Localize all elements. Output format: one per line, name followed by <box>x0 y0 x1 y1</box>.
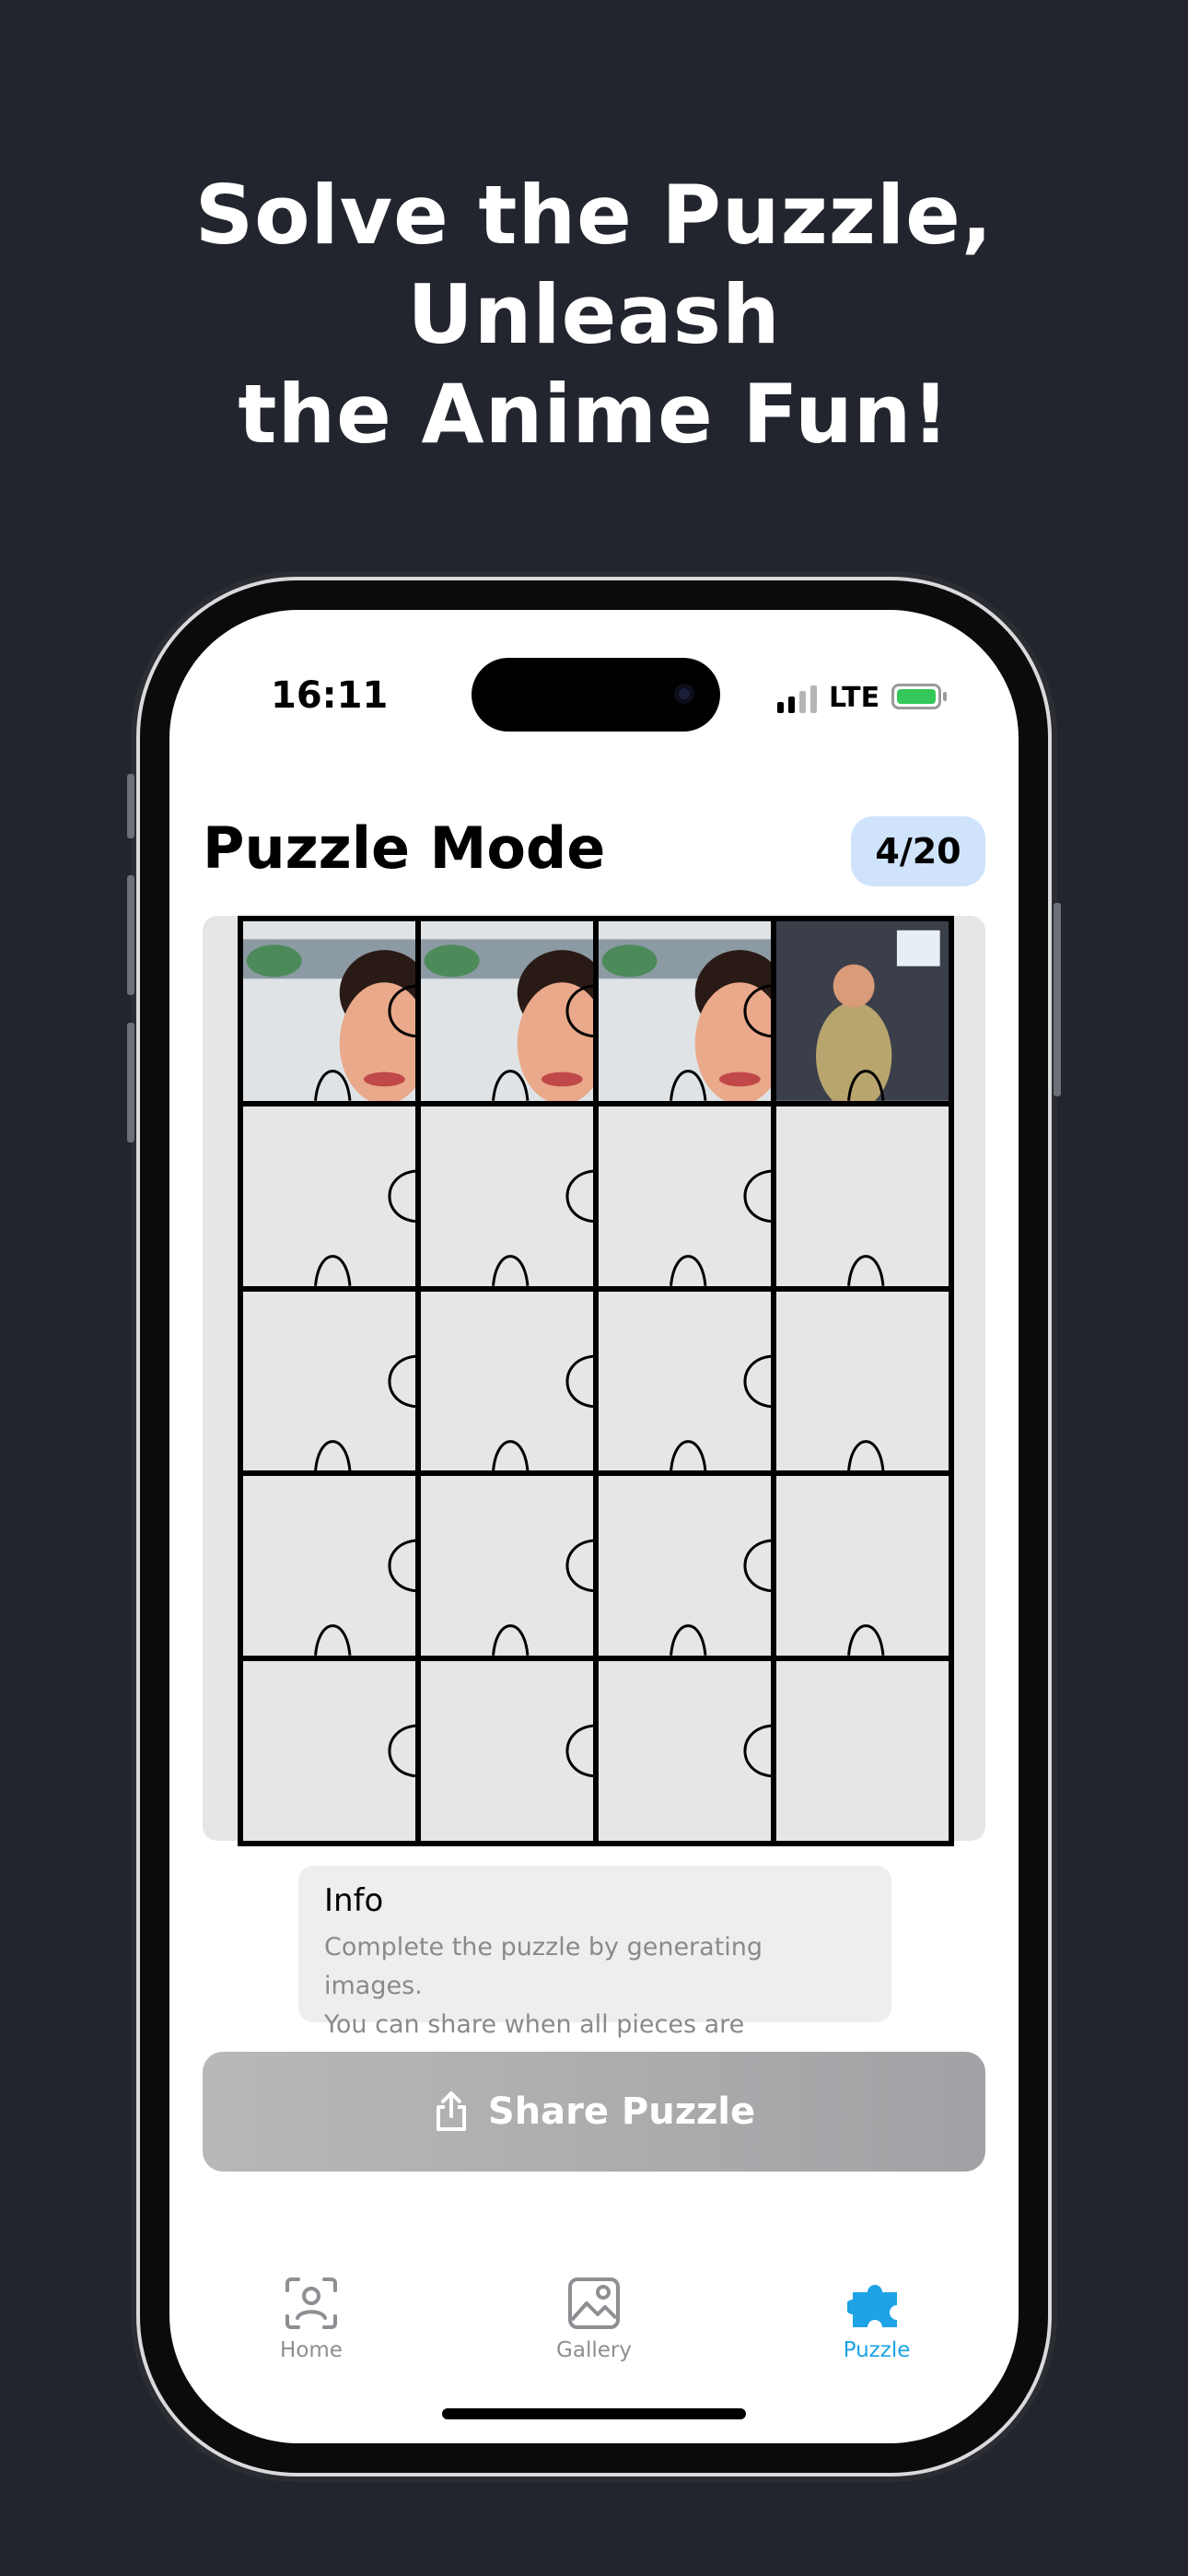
puzzle-piece <box>238 1656 421 1846</box>
headline-line-1: Solve the Puzzle, Unleash <box>194 168 994 362</box>
puzzle-piece <box>771 1285 954 1477</box>
network-type: LTE <box>829 682 880 714</box>
dynamic-island <box>472 658 720 732</box>
tab-home-label: Home <box>280 2338 343 2362</box>
puzzle-piece <box>593 1100 776 1292</box>
volume-down-button <box>127 1023 134 1142</box>
share-icon <box>436 2091 466 2131</box>
puzzle-piece <box>771 916 954 1107</box>
progress-badge: 4/20 <box>851 816 985 886</box>
action-button <box>127 774 134 838</box>
puzzle-piece <box>238 1470 421 1662</box>
puzzle-piece <box>238 916 421 1107</box>
face-scan-icon <box>285 2277 337 2329</box>
tab-puzzle-label: Puzzle <box>843 2338 911 2362</box>
tab-home[interactable]: Home <box>228 2274 394 2362</box>
puzzle-piece <box>771 1656 954 1846</box>
puzzle-piece <box>415 1470 599 1662</box>
volume-up-button <box>127 875 134 995</box>
app-screen: 16:11 LTE Puzzle Mode 4/20 Info Complete… <box>169 610 1019 2443</box>
front-camera <box>674 684 694 704</box>
image-icon <box>568 2277 620 2329</box>
battery-icon <box>891 684 941 709</box>
tab-gallery[interactable]: Gallery <box>511 2274 677 2362</box>
info-text-line-1: Complete the puzzle by generating images… <box>324 1933 763 2000</box>
info-title: Info <box>324 1882 384 1919</box>
share-puzzle-label: Share Puzzle <box>487 2090 756 2133</box>
puzzle-piece <box>593 1656 776 1846</box>
battery-cap <box>943 692 947 701</box>
tab-bar: Home Gallery Puzzle <box>169 2274 1019 2384</box>
puzzle-board <box>238 916 954 1846</box>
puzzle-piece <box>593 916 776 1107</box>
puzzle-piece <box>415 1100 599 1292</box>
phone-frame: 16:11 LTE Puzzle Mode 4/20 Info Complete… <box>127 580 1061 2473</box>
tab-puzzle[interactable]: Puzzle <box>794 2274 960 2362</box>
share-puzzle-button[interactable]: Share Puzzle <box>203 2052 985 2172</box>
puzzle-piece <box>593 1285 776 1477</box>
puzzle-piece <box>771 1470 954 1662</box>
page-title: Puzzle Mode <box>203 814 606 882</box>
puzzle-piece <box>238 1100 421 1292</box>
headline-line-2: the Anime Fun! <box>238 367 950 462</box>
signal-strength-icon <box>777 685 817 713</box>
puzzle-piece <box>593 1470 776 1662</box>
info-card: Info Complete the puzzle by generating i… <box>298 1866 891 2078</box>
puzzle-piece <box>415 1285 599 1477</box>
puzzle-icon <box>847 2285 897 2327</box>
tab-gallery-label: Gallery <box>556 2338 632 2362</box>
puzzle-piece <box>771 1100 954 1292</box>
power-button <box>1054 903 1061 1096</box>
puzzle-piece <box>415 1656 599 1846</box>
puzzle-piece <box>238 1285 421 1477</box>
promo-headline: Solve the Puzzle, Unleash the Anime Fun! <box>0 166 1188 464</box>
status-time: 16:11 <box>271 674 389 717</box>
home-indicator <box>442 2408 746 2419</box>
puzzle-piece <box>415 916 599 1107</box>
